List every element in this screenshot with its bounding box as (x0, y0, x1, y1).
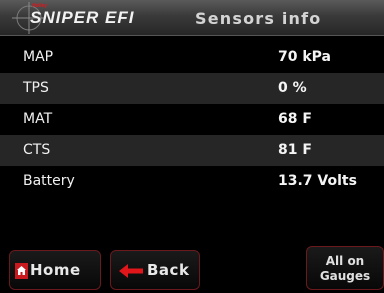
sensor-value: 81 F (278, 142, 312, 158)
sensor-value: 68 F (278, 111, 312, 127)
page-title: Sensors info (195, 9, 322, 28)
sensor-label: Battery (23, 173, 75, 189)
sensor-label: CTS (23, 142, 51, 158)
sensor-row-mat: MAT 68 F (0, 104, 384, 135)
home-button-label: Home (30, 261, 81, 279)
header-bar: Holley SNIPER EFI Sensors info (0, 0, 384, 36)
home-icon (15, 263, 28, 279)
sensor-value: 13.7 Volts (278, 173, 357, 189)
all-on-gauges-button[interactable]: All on Gauges (306, 246, 384, 290)
sensor-row-map: MAP 70 kPa (0, 42, 384, 73)
sensor-value: 70 kPa (278, 49, 331, 65)
brand-name: SNIPER EFI (30, 8, 135, 27)
sensor-row-cts: CTS 81 F (0, 135, 384, 166)
back-button[interactable]: Back (110, 250, 200, 290)
sensor-label: TPS (23, 80, 49, 96)
sensor-label: MAT (23, 111, 53, 127)
all-on-gauges-line1: All on (325, 254, 365, 268)
sensor-value: 0 % (278, 80, 307, 96)
sensor-row-battery: Battery 13.7 Volts (0, 166, 384, 197)
all-on-gauges-label: All on Gauges (307, 254, 383, 284)
sensor-list: MAP 70 kPa TPS 0 % MAT 68 F CTS 81 F Bat… (0, 42, 384, 197)
sniper-efi-logo: Holley SNIPER EFI (12, 2, 177, 34)
sensor-label: MAP (23, 49, 54, 65)
all-on-gauges-line2: Gauges (319, 269, 371, 283)
sensor-row-tps: TPS 0 % (0, 73, 384, 104)
back-button-label: Back (147, 261, 190, 279)
back-arrow-icon (119, 264, 143, 278)
home-button[interactable]: Home (9, 250, 101, 290)
